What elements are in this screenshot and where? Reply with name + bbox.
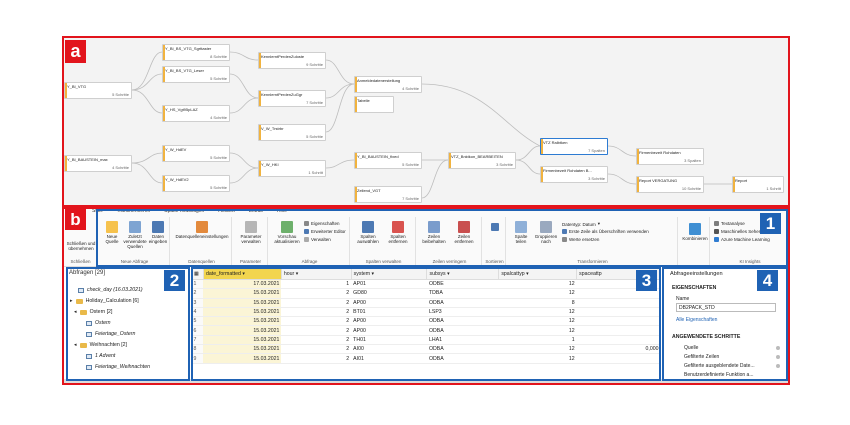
badge-b: b xyxy=(65,209,86,230)
frame-3 xyxy=(191,267,661,381)
badge-4: 4 xyxy=(757,270,778,291)
badge-3: 3 xyxy=(636,270,657,291)
frame-a xyxy=(62,36,790,207)
badge-a: a xyxy=(65,40,86,63)
frame-1 xyxy=(96,209,788,267)
badge-2: 2 xyxy=(164,270,185,291)
badge-1: 1 xyxy=(760,213,781,234)
